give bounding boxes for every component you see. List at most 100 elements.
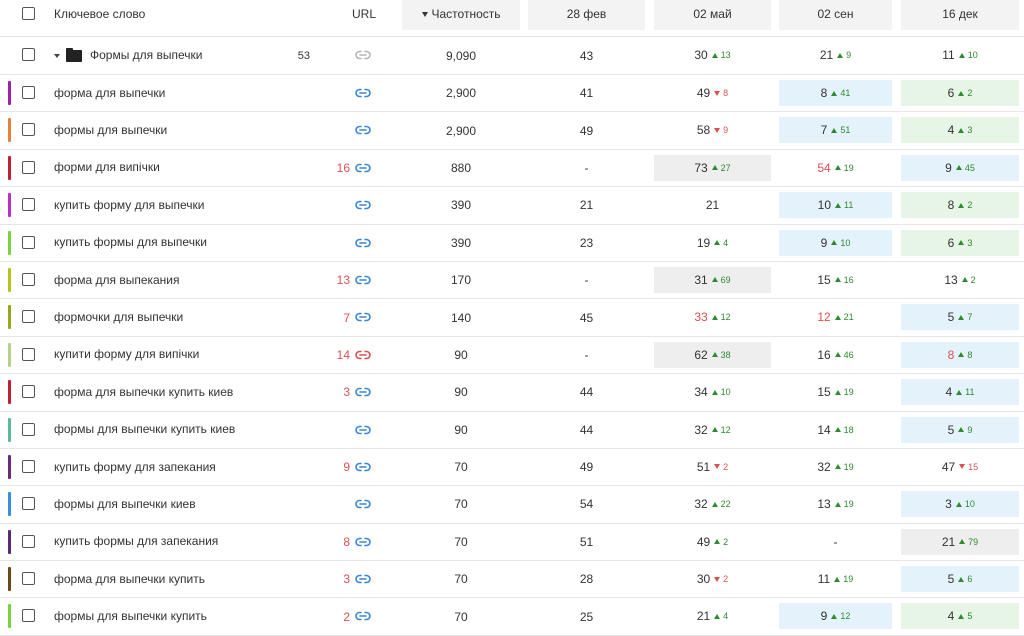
row-checkbox[interactable] xyxy=(22,310,35,324)
row-checkbox[interactable] xyxy=(22,347,35,361)
link-icon[interactable] xyxy=(355,163,371,173)
position-value: 58 xyxy=(696,123,711,138)
row-checkbox[interactable] xyxy=(22,497,35,511)
group-name[interactable]: Формы для выпечки xyxy=(54,37,244,74)
position-value: 6 xyxy=(947,235,955,250)
table-row[interactable]: форма для выпечки купить 3 70 28 30 2 11 19 5 6 xyxy=(0,561,1024,599)
link-icon[interactable] xyxy=(355,312,371,322)
row-checkbox[interactable] xyxy=(22,459,35,473)
row-checkbox[interactable] xyxy=(22,235,35,249)
table-row[interactable]: формы для выпечки 2,900 49 58 9 7 51 4 3 xyxy=(0,112,1024,150)
table-row[interactable]: форма для выпечки купить киев 3 90 44 34 10 15… xyxy=(0,374,1024,412)
table-row[interactable]: купить форму для выпечки 390 21 21 10 11 8 2 xyxy=(0,187,1024,225)
arrow-up-icon xyxy=(956,389,963,395)
link-icon[interactable] xyxy=(355,275,371,285)
select-all-checkbox[interactable] xyxy=(22,7,35,20)
row-checkbox[interactable] xyxy=(22,48,35,61)
position-change: 2 xyxy=(714,537,728,547)
link-icon[interactable] xyxy=(355,88,371,98)
frequency-value: 90 xyxy=(454,347,468,362)
row-checkbox[interactable] xyxy=(22,422,35,436)
position-cell: 15 19 xyxy=(779,379,892,405)
table-row[interactable]: форма для выпекания 13 170-31 69 15 16 13 2 xyxy=(0,262,1024,300)
link-icon[interactable] xyxy=(355,350,371,360)
row-checkbox[interactable] xyxy=(22,160,35,174)
row-checkbox[interactable] xyxy=(22,534,35,548)
frequency-value: 2,900 xyxy=(445,86,477,101)
folder-icon xyxy=(66,47,82,62)
keyword-text: купить форму для выпечки xyxy=(54,197,205,212)
position-change-value: 8 xyxy=(723,88,729,98)
link-icon[interactable] xyxy=(355,125,371,135)
url-column-header[interactable]: URL xyxy=(352,0,376,30)
table-row[interactable]: купить форму для запекания 9 70 49 51 2 32 19 47… xyxy=(0,449,1024,487)
link-icon[interactable] xyxy=(355,200,371,210)
position-change-value: 9 xyxy=(723,125,729,136)
table-row[interactable]: купить формы для запекания 8 70 51 49 2 - 21 79 xyxy=(0,524,1024,562)
position-value: 30 xyxy=(694,48,708,62)
row-checkbox[interactable] xyxy=(22,609,35,623)
url-count: 7 xyxy=(343,310,350,325)
arrow-up-icon xyxy=(955,501,962,507)
position-change: 10 xyxy=(831,238,850,248)
table-row[interactable]: формы для выпечки купить киев 90 44 32 12 14 1… xyxy=(0,412,1024,449)
row-checkbox[interactable] xyxy=(22,198,35,212)
date-column-header[interactable]: 02 май xyxy=(654,0,771,30)
position-change: 18 xyxy=(834,425,854,435)
position-cell: 45 xyxy=(901,603,1019,630)
link-icon[interactable] xyxy=(355,387,371,397)
position-cell: 9 45 xyxy=(901,154,1019,181)
arrow-up-icon xyxy=(711,165,718,171)
row-checkbox[interactable] xyxy=(22,123,35,137)
link-icon[interactable] xyxy=(355,425,371,435)
position-change: 6 xyxy=(958,574,972,584)
position-cell: 9 10 xyxy=(779,229,892,256)
row-checkbox[interactable] xyxy=(22,86,35,99)
table-row[interactable]: форми для випічки 16 880 - 73 27 54 19 9 45 xyxy=(0,150,1024,188)
row-color-marker xyxy=(8,380,11,405)
position-change: 16 xyxy=(834,275,854,285)
row-checkbox[interactable] xyxy=(22,572,35,586)
table-row[interactable]: формочки для выпечки 7 140 45 33 12 12 21 5 7 xyxy=(0,299,1024,337)
position-change-value: 12 xyxy=(840,611,851,622)
position-change: 15 xyxy=(959,462,978,472)
arrow-up-icon xyxy=(958,52,965,58)
date-column-header[interactable]: 16 дек xyxy=(901,0,1019,30)
link-icon[interactable] xyxy=(355,611,371,621)
position-change: 45 xyxy=(955,163,975,173)
position-cell: 9 12 xyxy=(779,603,892,630)
frequency-value: 70 xyxy=(454,572,468,587)
table-row[interactable]: формы для выпечки киев 70 54 32 22 13 19 3 10 xyxy=(0,486,1024,524)
link-icon[interactable] xyxy=(355,574,371,584)
row-checkbox[interactable] xyxy=(22,385,35,399)
table-row[interactable]: формы для выпечки купить 2 70 25 21 4 9 12 4 5 xyxy=(0,598,1024,636)
frequency-value: 880 xyxy=(450,160,472,175)
row-color-marker xyxy=(8,604,11,629)
link-icon[interactable] xyxy=(355,462,371,472)
row-checkbox[interactable] xyxy=(22,272,35,286)
date-column-header[interactable]: 28 фев xyxy=(528,0,645,30)
position-change: 19 xyxy=(834,574,853,584)
position-value: 9 xyxy=(820,235,828,250)
arrow-down-icon xyxy=(959,464,966,470)
table-row[interactable]: купить формы для выпечки 390 23 19 4 9 10 6 3 xyxy=(0,225,1024,262)
frequency-column-header[interactable]: Частотность xyxy=(402,0,520,30)
table-row[interactable]: купити форму для випічки 14 90-62 38 16 46 8 8 xyxy=(0,337,1024,375)
position-change: 3 xyxy=(958,125,972,135)
link-icon[interactable] xyxy=(355,537,371,547)
keyword-column-header[interactable]: Ключевое слово xyxy=(54,0,145,30)
link-icon[interactable] xyxy=(355,499,371,509)
link-icon[interactable] xyxy=(355,238,371,248)
position-change: 2 xyxy=(958,88,972,98)
group-row[interactable]: Формы для выпечки 53 9,090 43 30 13 21 9 11 10 xyxy=(0,37,1024,75)
arrow-up-icon xyxy=(711,277,718,283)
date-column-header[interactable]: 02 сен xyxy=(779,0,892,30)
link-icon[interactable] xyxy=(355,50,371,60)
position-cell: 59 xyxy=(901,416,1019,443)
date-value: 51 xyxy=(579,534,594,549)
position-change-value: 11 xyxy=(965,387,975,398)
table-row[interactable]: форма для выпечки 2,900 41 49 8 8 41 6 2 xyxy=(0,75,1024,113)
chevron-down-icon[interactable] xyxy=(54,53,60,58)
row-color-marker xyxy=(8,118,11,143)
position-change: 12 xyxy=(711,312,731,322)
